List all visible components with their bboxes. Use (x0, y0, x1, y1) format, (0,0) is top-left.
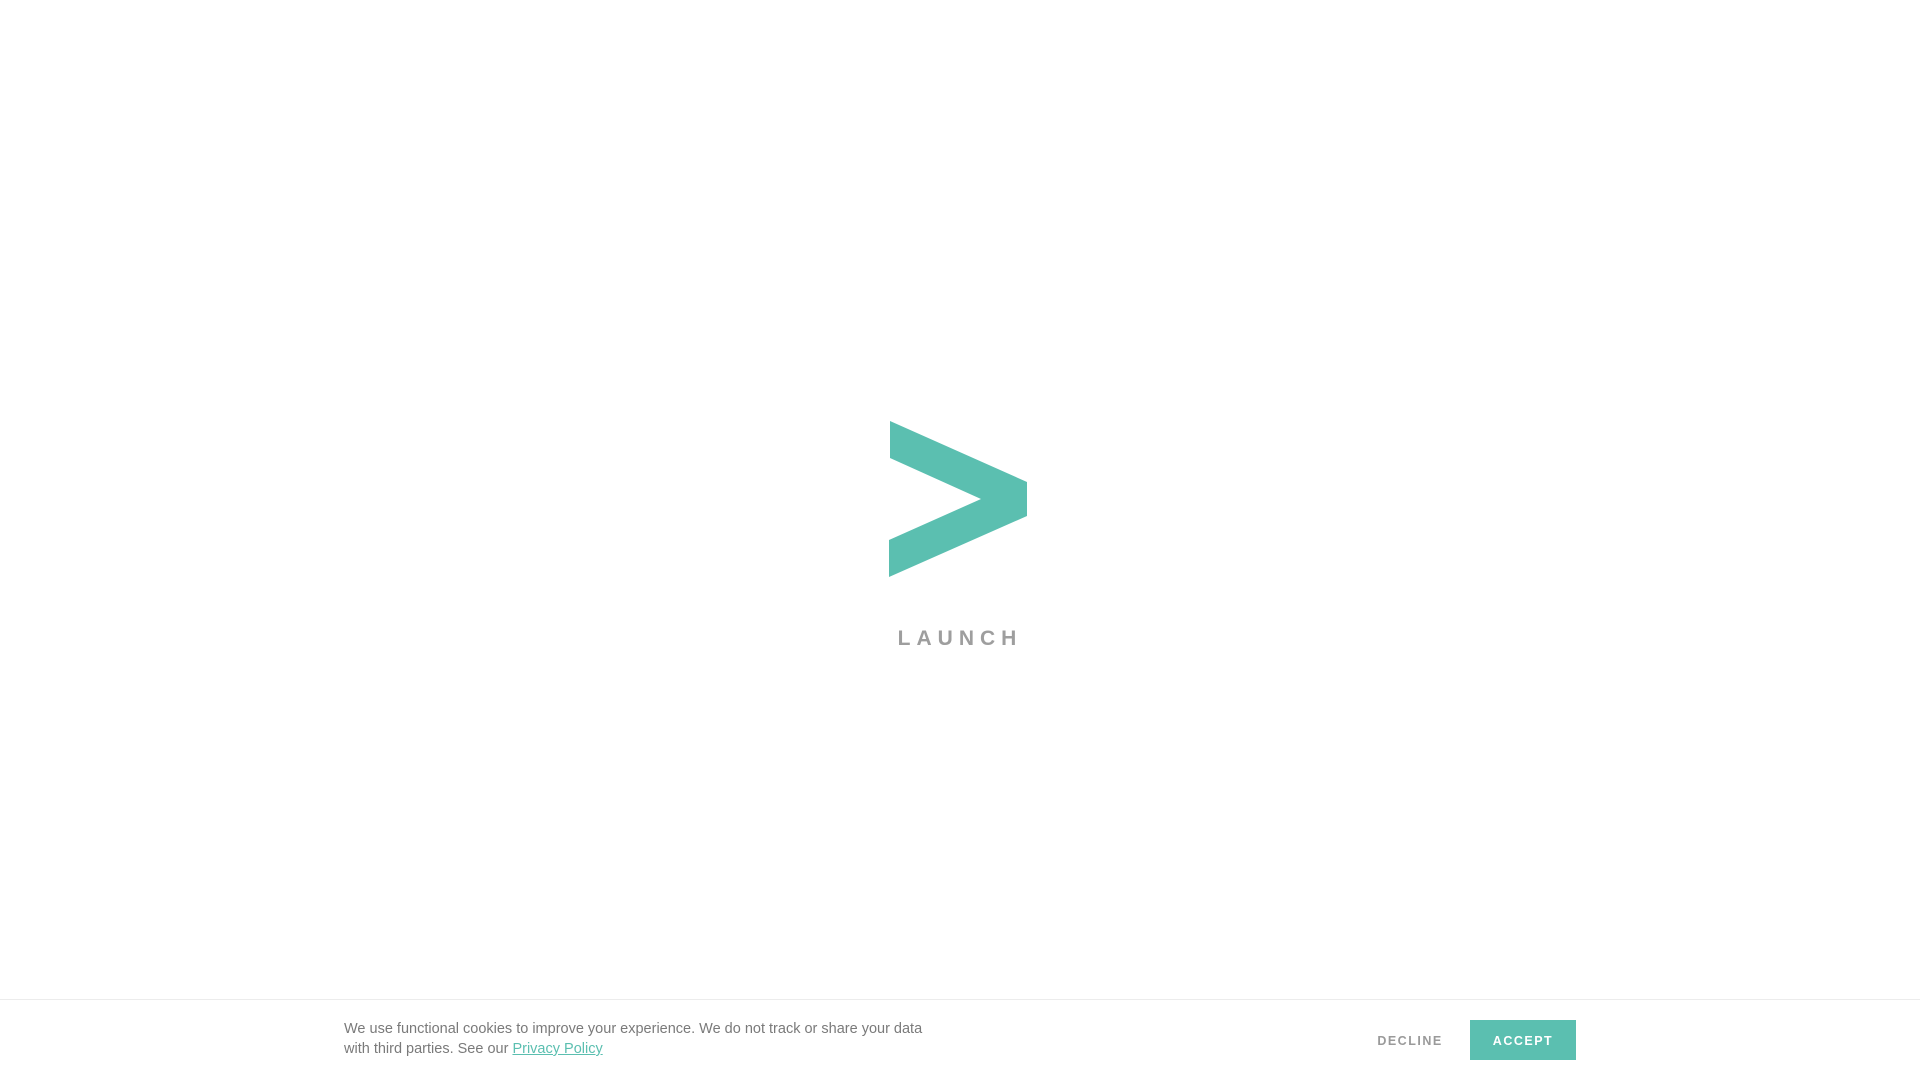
chevron-right-logo-icon (889, 421, 1027, 577)
accept-button[interactable]: ACCEPT (1470, 1020, 1576, 1060)
privacy-policy-link[interactable]: Privacy Policy (512, 1041, 602, 1057)
cookie-message-text: We use functional cookies to improve you… (344, 1021, 923, 1057)
brand-name: LAUNCH (897, 627, 1023, 650)
decline-button[interactable]: DECLINE (1360, 1020, 1460, 1060)
cookie-message: We use functional cookies to improve you… (344, 1019, 924, 1059)
splash-logo: LAUNCH (0, 0, 1920, 1080)
cookie-banner: We use functional cookies to improve you… (0, 999, 1920, 1080)
page: LAUNCH We use functional cookies to impr… (0, 0, 1920, 1080)
